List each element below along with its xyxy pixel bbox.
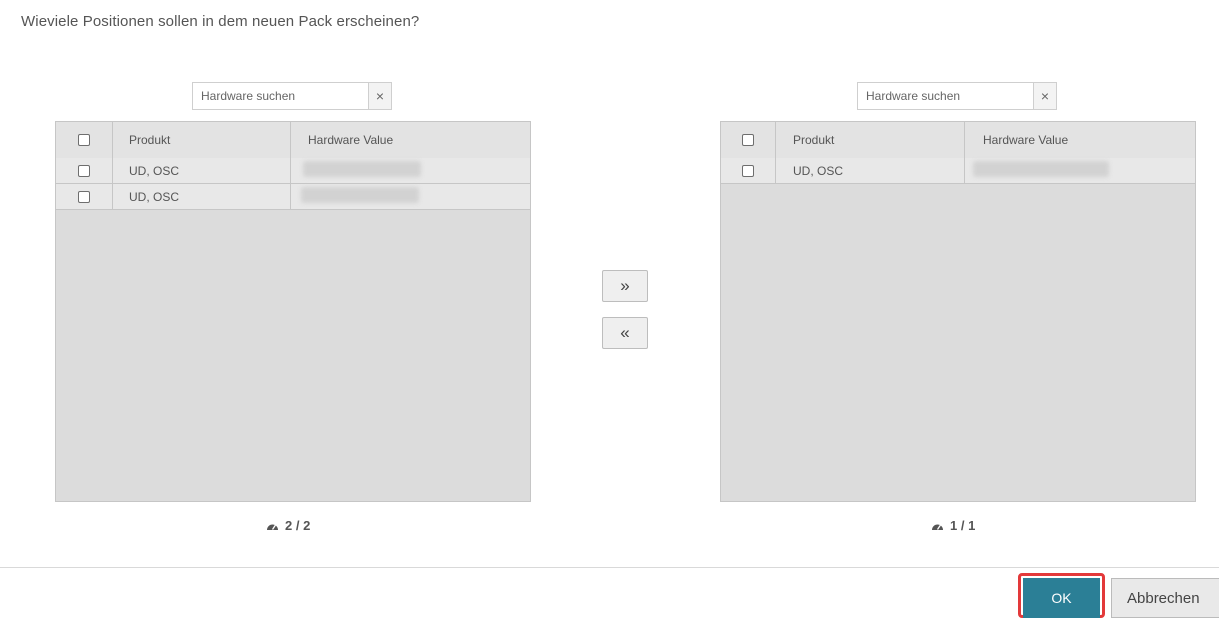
left-grid-header: Produkt Hardware Value [56, 122, 530, 159]
cancel-button[interactable]: Abbrechen [1111, 578, 1219, 618]
right-table-row[interactable]: UD, OSC [721, 158, 1195, 184]
right-column-product[interactable]: Produkt [776, 122, 965, 158]
footer-divider [0, 567, 1219, 568]
left-search-clear-icon[interactable]: × [368, 82, 392, 110]
redacted-value [973, 161, 1109, 177]
right-search-input[interactable] [857, 82, 1033, 110]
redacted-value [303, 161, 421, 177]
left-search-box: × [192, 82, 392, 110]
move-right-button[interactable]: » [602, 270, 648, 302]
left-select-all-checkbox[interactable] [78, 134, 90, 146]
right-row-hardware-value [965, 158, 1195, 183]
gauge-icon [267, 524, 278, 530]
left-counter: 2 / 2 [266, 518, 310, 533]
redacted-value [301, 187, 419, 203]
left-counter-text: 2 / 2 [285, 518, 311, 533]
left-row-checkbox[interactable] [78, 164, 90, 177]
right-row-product: UD, OSC [776, 158, 965, 183]
right-search-clear-icon[interactable]: × [1033, 82, 1057, 110]
left-row-checkbox-cell [56, 158, 113, 183]
left-row-hardware-value [291, 158, 530, 183]
left-select-all-cell [56, 122, 113, 158]
left-table-row[interactable]: UD, OSC [56, 184, 530, 210]
right-counter-text: 1 / 1 [950, 518, 976, 533]
move-left-button[interactable]: « [602, 317, 648, 349]
right-column-hardware-value[interactable]: Hardware Value [965, 122, 1195, 158]
dialog: Wieviele Positionen sollen in dem neuen … [0, 0, 1219, 618]
left-row-product: UD, OSC [113, 184, 291, 209]
left-column-product[interactable]: Produkt [113, 122, 291, 158]
right-grid: Produkt Hardware Value UD, OSC [720, 121, 1196, 502]
left-row-checkbox[interactable] [78, 190, 90, 203]
ok-button[interactable]: OK [1023, 578, 1100, 618]
left-column-hardware-value[interactable]: Hardware Value [291, 122, 530, 158]
right-row-checkbox[interactable] [742, 164, 754, 177]
left-table-row[interactable]: UD, OSC [56, 158, 530, 184]
right-counter: 1 / 1 [931, 518, 975, 533]
left-row-checkbox-cell [56, 184, 113, 209]
left-row-product: UD, OSC [113, 158, 291, 183]
gauge-icon [932, 524, 943, 530]
dialog-question: Wieviele Positionen sollen in dem neuen … [21, 13, 420, 30]
right-grid-header: Produkt Hardware Value [721, 122, 1195, 159]
right-row-checkbox-cell [721, 158, 776, 183]
left-grid: Produkt Hardware Value UD, OSC UD, OSC [55, 121, 531, 502]
left-search-input[interactable] [192, 82, 368, 110]
right-select-all-cell [721, 122, 776, 158]
right-select-all-checkbox[interactable] [742, 134, 754, 146]
right-search-box: × [857, 82, 1057, 110]
left-row-hardware-value [291, 184, 530, 209]
